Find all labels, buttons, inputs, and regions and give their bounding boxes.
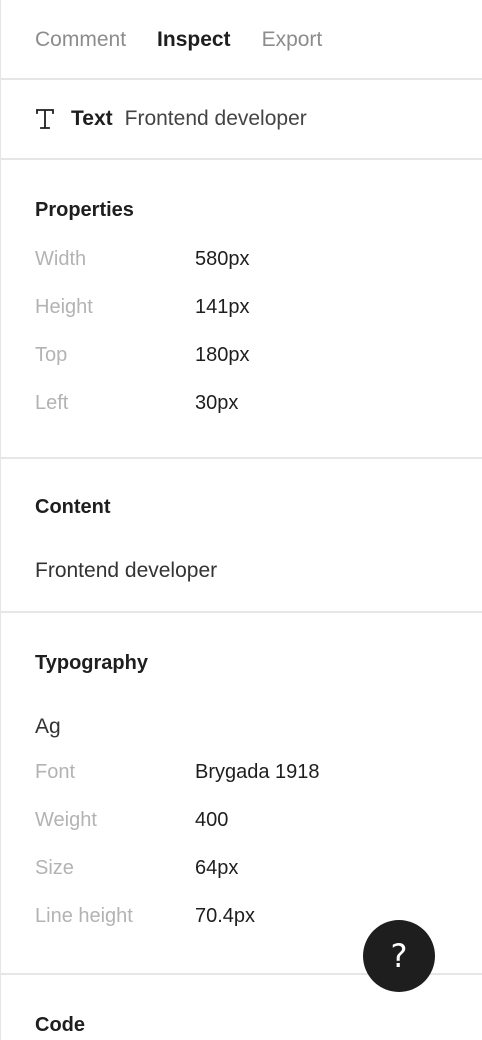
property-label: Top	[35, 343, 68, 366]
layer-type-label: Text	[71, 107, 113, 130]
property-row-top: Top 180px	[35, 331, 482, 379]
property-label: Height	[35, 295, 93, 318]
property-value[interactable]: 64px	[195, 857, 238, 880]
property-label: Font	[35, 760, 76, 783]
content-section: Content Frontend developer	[1, 459, 482, 613]
section-title-typography: Typography	[35, 652, 148, 674]
content-text[interactable]: Frontend developer	[35, 559, 482, 583]
layer-name: Frontend developer	[124, 107, 307, 130]
properties-section: Properties Width 580px Height 141px Top …	[1, 160, 482, 459]
property-label: Weight	[35, 808, 97, 831]
tab-export[interactable]: Export	[262, 29, 323, 50]
tab-bar: Comment Inspect Export	[1, 0, 482, 80]
property-row-left: Left 30px	[35, 379, 482, 427]
property-value[interactable]: 141px	[195, 296, 250, 319]
property-value[interactable]: 180px	[195, 344, 250, 367]
section-title-code: Code	[35, 1014, 85, 1036]
property-value[interactable]: 70.4px	[195, 905, 255, 928]
typography-row-size: Size 64px	[35, 844, 482, 892]
property-label: Line height	[35, 904, 133, 927]
property-value[interactable]: 580px	[195, 248, 250, 271]
section-title-content: Content	[35, 496, 111, 518]
typography-row-font: Font Brygada 1918	[35, 748, 482, 796]
tab-inspect[interactable]: Inspect	[157, 29, 231, 50]
property-value[interactable]: 400	[195, 809, 228, 832]
property-row-height: Height 141px	[35, 283, 482, 331]
property-value[interactable]: Brygada 1918	[195, 761, 320, 784]
section-title-properties: Properties	[35, 199, 134, 221]
property-value[interactable]: 30px	[195, 392, 238, 415]
question-icon: ?	[390, 937, 408, 975]
inspect-panel: Comment Inspect Export Text Frontend dev…	[0, 0, 482, 1040]
property-row-width: Width 580px	[35, 235, 482, 283]
property-label: Size	[35, 856, 74, 879]
property-label: Width	[35, 247, 87, 270]
help-button[interactable]: ?	[363, 920, 435, 992]
selected-layer-row: Text Frontend developer	[1, 80, 482, 160]
font-sample: Ag	[35, 715, 61, 738]
text-type-icon	[35, 108, 55, 130]
tab-comment[interactable]: Comment	[35, 29, 126, 50]
property-label: Left	[35, 391, 69, 414]
typography-row-weight: Weight 400	[35, 796, 482, 844]
